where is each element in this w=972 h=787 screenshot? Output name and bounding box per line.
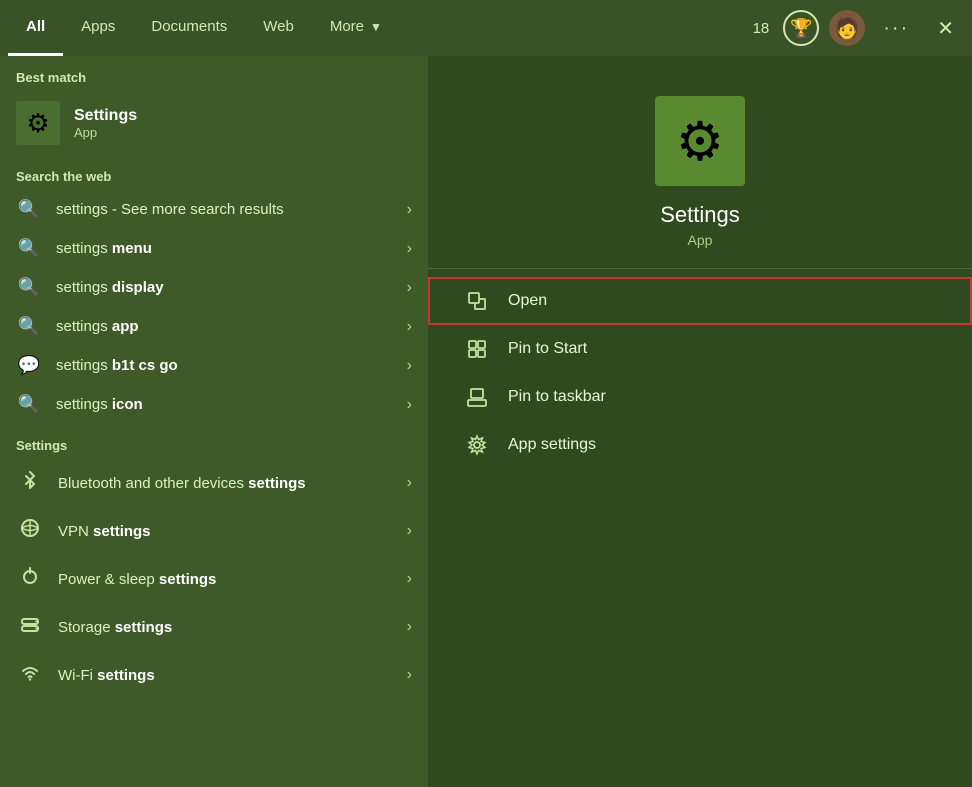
app-preview-icon: ⚙ — [655, 96, 745, 186]
web-result-3[interactable]: 🔍 settings display › — [0, 268, 428, 307]
app-preview: ⚙ Settings App — [428, 96, 972, 269]
web-result-1[interactable]: 🔍 settings - See more search results › — [0, 190, 428, 229]
wifi-text-prefix: Wi-Fi — [58, 667, 97, 684]
tab-documents[interactable]: Documents — [133, 0, 245, 56]
storage-text-prefix: Storage — [58, 619, 115, 636]
search-icon-6: 🔍 — [16, 394, 42, 415]
badge-count: 18 — [753, 20, 770, 37]
action-open[interactable]: Open — [428, 277, 972, 325]
bluetooth-text-prefix: Bluetooth and other devices — [58, 475, 248, 492]
close-button[interactable]: ✕ — [927, 12, 964, 45]
settings-result-bluetooth[interactable]: Bluetooth and other devices settings › — [0, 459, 428, 507]
chevron-4: › — [407, 318, 412, 336]
nav-right-controls: 18 🏆 🧑 ··· ✕ — [753, 10, 964, 46]
avatar-icon: 🧑 — [835, 16, 860, 41]
chevron-5: › — [407, 357, 412, 375]
search-icon-4: 🔍 — [16, 316, 42, 337]
web-result-4-prefix: settings — [56, 318, 112, 335]
web-result-1-suffix: - See more search results — [112, 201, 284, 218]
vpn-icon — [19, 517, 41, 545]
chevron-vpn: › — [407, 522, 412, 540]
action-app-settings-label: App settings — [508, 436, 596, 454]
open-icon — [466, 290, 492, 312]
web-result-2-prefix: settings — [56, 240, 112, 257]
action-pin-taskbar-label: Pin to taskbar — [508, 388, 606, 406]
search-icon-2: 🔍 — [16, 238, 42, 259]
chevron-2: › — [407, 240, 412, 258]
power-text-bold: settings — [159, 571, 217, 588]
web-result-5[interactable]: 💬 settings b1t cs go › — [0, 346, 428, 385]
web-result-3-bold: display — [112, 279, 164, 296]
settings-result-power[interactable]: Power & sleep settings › — [0, 555, 428, 603]
chevron-storage: › — [407, 618, 412, 636]
right-panel: ⚙ Settings App Open — [428, 56, 972, 787]
chevron-1: › — [407, 201, 412, 219]
main-content: Best match ⚙ Settings App Search the web… — [0, 56, 972, 787]
web-result-6[interactable]: 🔍 settings icon › — [0, 385, 428, 424]
app-preview-name: Settings — [660, 202, 740, 228]
chat-icon-5: 💬 — [16, 355, 42, 376]
web-result-2[interactable]: 🔍 settings menu › — [0, 229, 428, 268]
settings-result-wifi[interactable]: Wi-Fi settings › — [0, 651, 428, 699]
search-web-label: Search the web — [0, 155, 428, 190]
bluetooth-icon — [19, 469, 41, 497]
settings-section-label: Settings — [0, 424, 428, 459]
vpn-text-prefix: VPN — [58, 523, 93, 540]
chevron-3: › — [407, 279, 412, 297]
chevron-wifi: › — [407, 666, 412, 684]
bluetooth-text-bold: settings — [248, 475, 306, 492]
tab-apps[interactable]: Apps — [63, 0, 133, 56]
storage-icon — [19, 613, 41, 641]
web-result-5-prefix: settings — [56, 357, 112, 374]
web-result-6-bold: icon — [112, 396, 143, 413]
best-match-app-name: Settings — [74, 107, 137, 125]
best-match-item[interactable]: ⚙ Settings App — [0, 91, 428, 155]
wifi-icon — [19, 661, 41, 689]
chevron-6: › — [407, 396, 412, 414]
app-settings-icon — [466, 434, 492, 456]
web-result-1-prefix: settings — [56, 201, 108, 218]
best-match-text: Settings App — [74, 107, 137, 140]
web-result-6-prefix: settings — [56, 396, 112, 413]
more-dropdown-icon: ▼ — [370, 20, 382, 34]
more-options-button[interactable]: ··· — [875, 13, 917, 44]
trophy-icon: 🏆 — [790, 18, 812, 39]
wifi-text-bold: settings — [97, 667, 155, 684]
app-preview-type: App — [688, 232, 713, 248]
best-match-app-type: App — [74, 125, 137, 140]
search-icon-1: 🔍 — [16, 199, 42, 220]
tab-more[interactable]: More ▼ — [312, 0, 400, 56]
search-icon-3: 🔍 — [16, 277, 42, 298]
best-match-label: Best match — [0, 56, 428, 91]
web-result-5-bold: b1t cs go — [112, 357, 178, 374]
action-pin-start-label: Pin to Start — [508, 340, 587, 358]
action-pin-taskbar[interactable]: Pin to taskbar — [428, 373, 972, 421]
power-icon — [19, 565, 41, 593]
tab-all[interactable]: All — [8, 0, 63, 56]
left-panel: Best match ⚙ Settings App Search the web… — [0, 56, 428, 787]
pin-taskbar-icon — [466, 386, 492, 408]
web-result-2-bold: menu — [112, 240, 152, 257]
top-navigation: All Apps Documents Web More ▼ 18 🏆 🧑 ···… — [0, 0, 972, 56]
vpn-text-bold: settings — [93, 523, 151, 540]
web-result-4[interactable]: 🔍 settings app › — [0, 307, 428, 346]
avatar[interactable]: 🧑 — [829, 10, 865, 46]
trophy-button[interactable]: 🏆 — [783, 10, 819, 46]
action-app-settings[interactable]: App settings — [428, 421, 972, 469]
action-open-label: Open — [508, 292, 547, 310]
web-result-3-prefix: settings — [56, 279, 112, 296]
chevron-power: › — [407, 570, 412, 588]
settings-result-storage[interactable]: Storage settings › — [0, 603, 428, 651]
action-list: Open Pin to Start — [428, 269, 972, 469]
settings-result-vpn[interactable]: VPN settings › — [0, 507, 428, 555]
tab-web[interactable]: Web — [245, 0, 312, 56]
chevron-bluetooth: › — [407, 474, 412, 492]
best-match-icon: ⚙ — [16, 101, 60, 145]
web-result-4-bold: app — [112, 318, 139, 335]
power-text-prefix: Power & sleep — [58, 571, 159, 588]
storage-text-bold: settings — [115, 619, 173, 636]
pin-start-icon — [466, 338, 492, 360]
action-pin-start[interactable]: Pin to Start — [428, 325, 972, 373]
